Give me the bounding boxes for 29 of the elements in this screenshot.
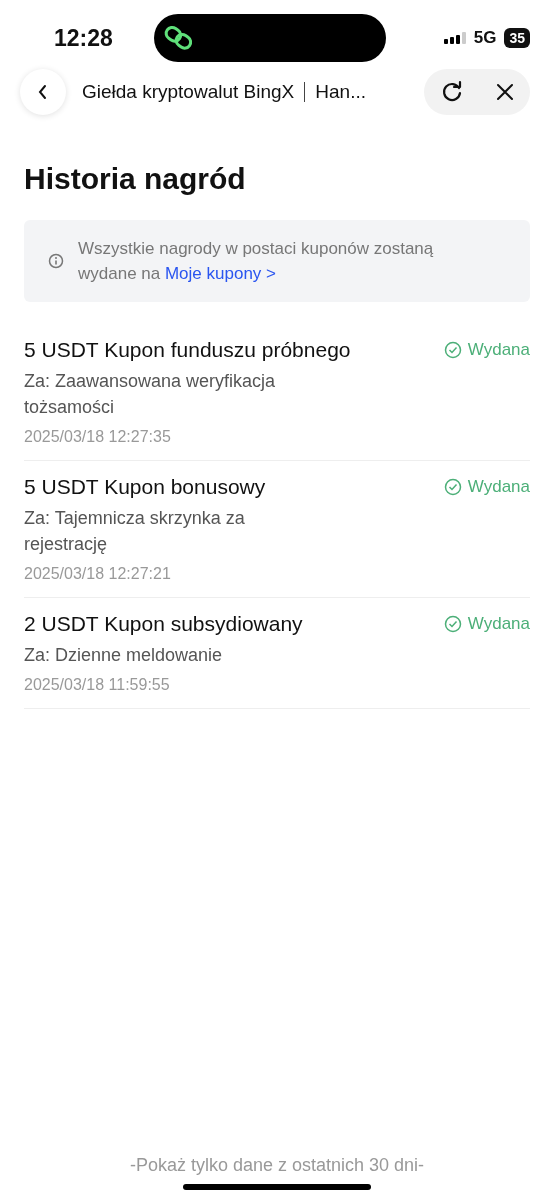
reward-date: 2025/03/18 11:59:55: [24, 676, 171, 694]
my-coupons-link[interactable]: Moje kupony >: [164, 264, 276, 283]
status-label: Wydana: [467, 614, 530, 634]
reward-title: 2 USDT Kupon subsydiowany: [24, 612, 303, 636]
status-label: Wydana: [467, 340, 530, 360]
status-label: Wydana: [467, 477, 530, 497]
page-subtitle: Han...: [315, 81, 366, 103]
check-circle-icon: [443, 478, 462, 496]
reward-reason: Za: Dzienne meldowanie: [24, 644, 224, 667]
notice-text: Wszystkie nagrody w postaci kuponów zostaną wydane na Moje kupony >: [78, 238, 435, 285]
reward-title: 5 USDT Kupon bonusowy: [24, 475, 266, 499]
footer-note: -Pokaż tylko dane z ostatnich 30 dni-: [129, 1155, 425, 1176]
reward-title: 5 USDT Kupon funduszu próbnego: [24, 338, 351, 362]
check-circle-icon: [443, 341, 462, 359]
page-heading: Historia nagród: [24, 162, 247, 196]
signal-icon: [443, 31, 466, 45]
close-icon[interactable]: [494, 82, 515, 102]
back-icon: [37, 84, 49, 100]
reward-reason: Za: Tajemnicza skrzynka za rejestrację: [24, 507, 246, 556]
reward-date: 2025/03/18 12:27:35: [24, 428, 172, 446]
status-time: 12:28: [54, 24, 114, 52]
network-label: 5G: [473, 28, 497, 48]
reward-reason: Za: Zaawansowana weryfikacja tożsamości: [24, 370, 277, 419]
battery-level: 35: [504, 28, 530, 48]
page-title: Giełda kryptowalut BingX: [82, 81, 295, 103]
check-circle-icon: [443, 615, 462, 633]
info-icon: [48, 253, 64, 269]
link-icon: [164, 25, 194, 51]
reward-date: 2025/03/18 12:27:21: [24, 565, 172, 583]
